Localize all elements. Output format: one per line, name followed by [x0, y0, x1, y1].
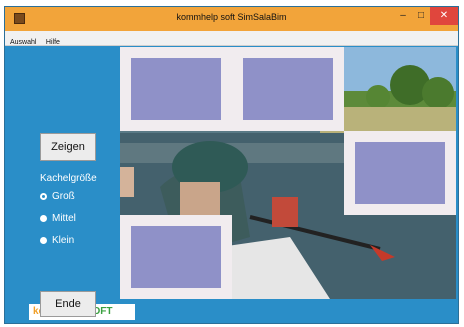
end-button[interactable]: Ende — [40, 291, 96, 317]
menu-bar: Auswahl Hilfe — [5, 31, 458, 46]
radio-label: Groß — [52, 191, 75, 202]
tile-cover — [243, 58, 333, 120]
main-content: Zeigen Kachelgröße Groß Mittel Klein kom… — [5, 45, 458, 323]
radio-icon — [40, 192, 47, 200]
radio-label: Klein — [52, 235, 75, 246]
tile-cover — [355, 142, 445, 204]
tile-top-left[interactable] — [120, 47, 232, 131]
close-button[interactable]: ✕ — [430, 7, 458, 25]
tile-cover — [131, 58, 221, 120]
radio-icon — [40, 214, 47, 222]
show-button[interactable]: Zeigen — [40, 133, 96, 161]
radio-label: Mittel — [52, 213, 76, 224]
title-bar[interactable]: kommhelp soft SimSalaBim – □ ✕ — [5, 7, 458, 31]
tile-bottom-left[interactable] — [120, 215, 232, 299]
radio-icon — [40, 236, 47, 244]
tile-cover — [131, 226, 221, 288]
tile-top-middle[interactable] — [232, 47, 344, 131]
radio-gross[interactable]: Groß — [40, 191, 75, 202]
app-window: kommhelp soft SimSalaBim – □ ✕ Auswahl H… — [4, 6, 459, 324]
radio-mittel[interactable]: Mittel — [40, 213, 76, 224]
radio-klein[interactable]: Klein — [40, 235, 74, 246]
minimize-button[interactable]: – — [395, 7, 411, 25]
tile-size-label: Kachelgröße — [40, 173, 97, 184]
tile-middle-right[interactable] — [344, 131, 456, 215]
window-title: kommhelp soft SimSalaBim — [176, 12, 287, 22]
maximize-button[interactable]: □ — [413, 7, 429, 25]
